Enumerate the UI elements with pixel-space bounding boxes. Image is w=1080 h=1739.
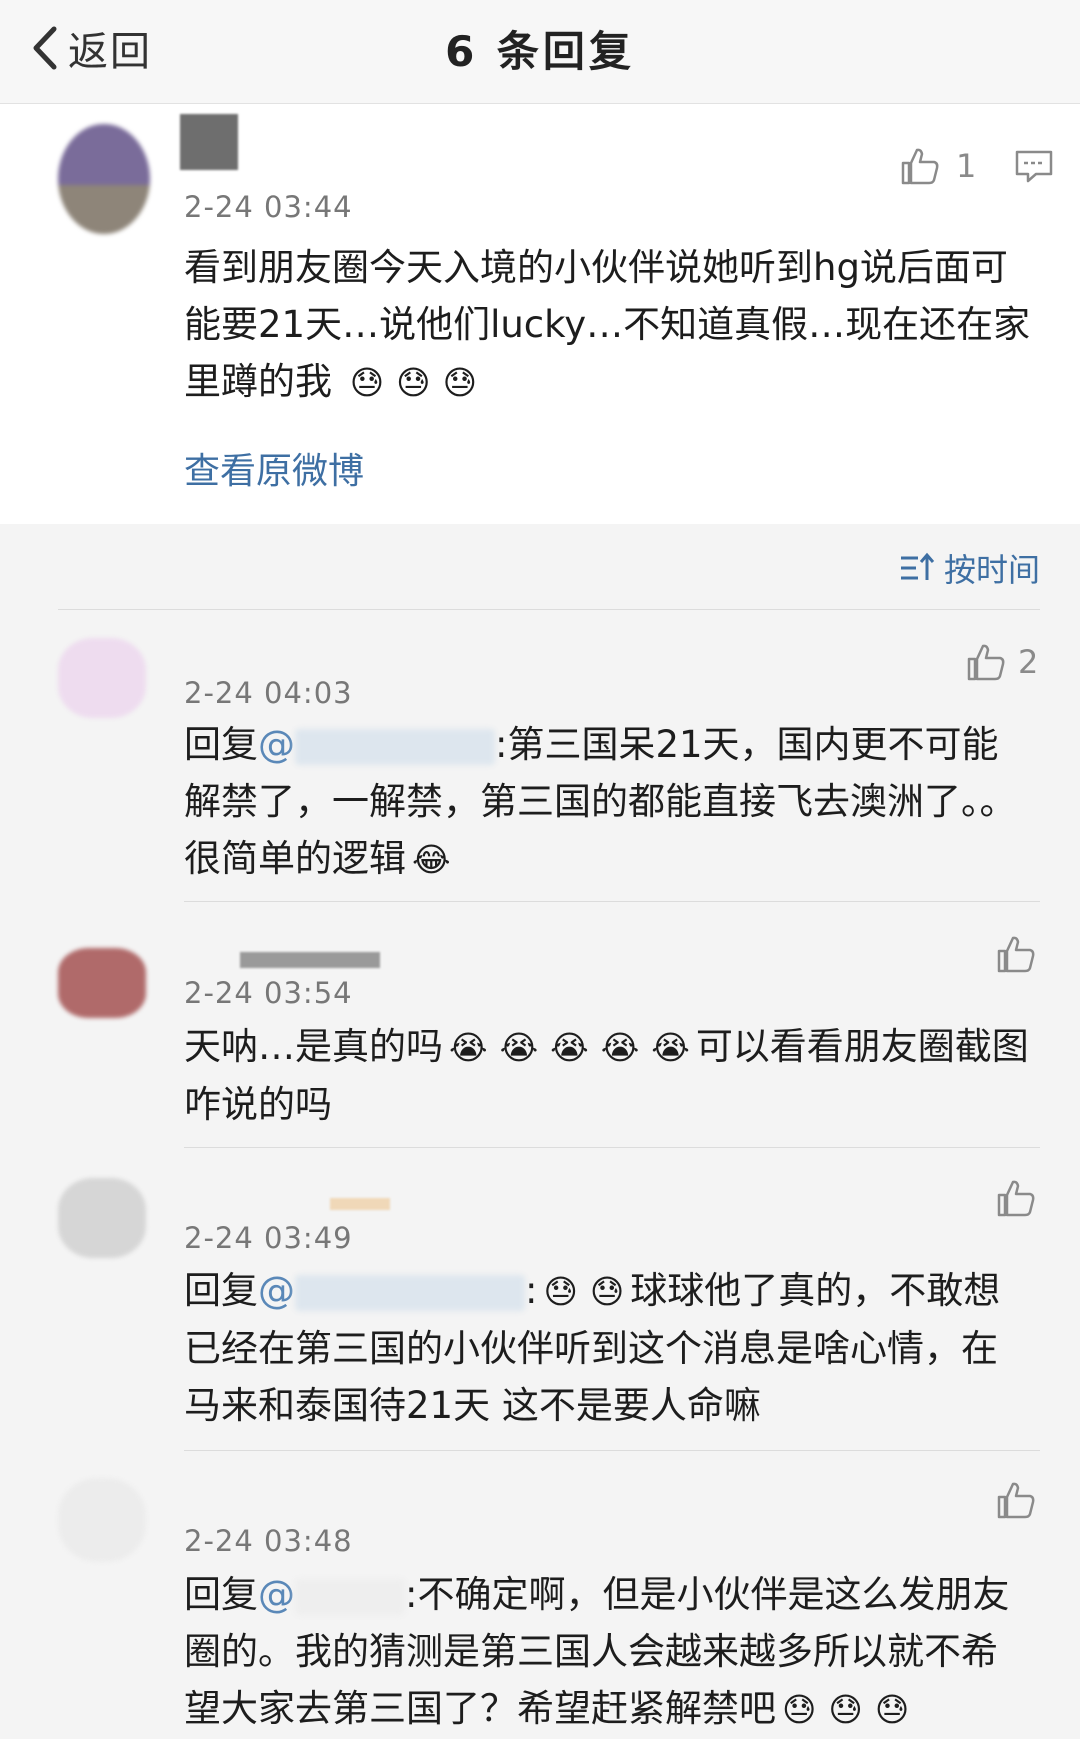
divider	[184, 901, 1040, 902]
reply-prefix: 回复	[184, 1573, 258, 1616]
emoji-sweat-icon: 😓	[396, 363, 431, 402]
redacted-username	[295, 728, 495, 765]
like-button[interactable]: 2	[964, 640, 1038, 684]
like-button[interactable]	[994, 932, 1038, 976]
divider	[184, 1450, 1040, 1451]
thumbs-up-icon	[901, 148, 939, 185]
emoji-sweat-icon: 😓	[442, 363, 477, 402]
emoji-sweat-icon: 😓	[828, 1690, 863, 1729]
thumbs-up-icon	[997, 1180, 1035, 1217]
emoji-sweat-icon: 😓	[782, 1690, 817, 1729]
username-redacted[interactable]	[180, 114, 238, 170]
sort-label: 按时间	[943, 551, 1040, 589]
avatar[interactable]	[58, 638, 146, 718]
post-content: 看到朋友圈今天入境的小伙伴说她听到hg说后面可能要21天…说他们lucky…不知…	[184, 239, 1044, 411]
divider	[58, 609, 1040, 610]
emoji-sweat-icon: 😓	[543, 1272, 578, 1311]
top-nav-bar: 返回 6 条回复	[0, 0, 1080, 104]
reply-timestamp: 2-24 03:49	[184, 1221, 353, 1255]
username-redacted[interactable]	[240, 952, 380, 968]
emoji-cry-icon: 😭	[651, 1028, 690, 1067]
mention-link[interactable]: @	[258, 1573, 295, 1616]
emoji-laugh-icon: 😂	[412, 840, 451, 879]
view-original-link[interactable]: 查看原微博	[184, 442, 364, 494]
emoji-cry-icon: 😭	[550, 1028, 589, 1067]
like-button[interactable]: 1	[898, 144, 976, 188]
avatar[interactable]	[58, 1178, 146, 1258]
post-timestamp: 2-24 03:44	[184, 190, 353, 224]
reply-content: 天呐…是真的吗 😭 😭 😭 😭 😭 可以看看朋友圈截图咋说的吗	[184, 1018, 1034, 1133]
thumbs-up-icon	[997, 936, 1035, 973]
emoji-cry-icon: 😭	[600, 1028, 640, 1067]
mention-link[interactable]: @	[258, 723, 295, 766]
reply-content: 回复@:第三国呆21天，国内更不可能解禁了，一解禁，第三国的都能直接飞去澳洲了。…	[184, 716, 1034, 888]
like-count: 1	[956, 147, 977, 185]
thumbs-up-icon	[997, 1482, 1035, 1519]
sort-toggle[interactable]: 按时间	[898, 545, 1040, 591]
sort-icon	[900, 552, 935, 580]
like-button[interactable]	[994, 1478, 1038, 1522]
reply-timestamp: 2-24 04:03	[184, 676, 353, 710]
emoji-cry-icon: 😭	[449, 1028, 488, 1067]
avatar[interactable]	[58, 948, 146, 1018]
reply-timestamp: 2-24 03:54	[184, 976, 353, 1010]
main-post: 2-24 03:44 1 看到朋友圈今天入境的小伙伴说她听到hg说后面可能要21…	[0, 104, 1080, 524]
emoji-sweat-icon: 😓	[589, 1272, 625, 1311]
reply-content: 回复@: 😓 😓 球球他了真的，不敢想已经在第三国的小伙伴听到这个消息是啥心情，在马来…	[184, 1262, 1034, 1434]
username-redacted[interactable]	[330, 1198, 390, 1210]
reply-text: 天呐…是真的吗	[184, 1025, 443, 1068]
page-title: 6 条回复	[445, 27, 635, 76]
like-button[interactable]	[994, 1176, 1038, 1220]
mention-link[interactable]: @	[258, 1269, 295, 1312]
reply-prefix: 回复	[184, 1269, 258, 1312]
avatar[interactable]	[58, 1478, 146, 1562]
reply-timestamp: 2-24 03:48	[184, 1524, 353, 1558]
redacted-username	[295, 1274, 525, 1311]
like-count: 2	[1018, 643, 1039, 681]
comment-button[interactable]	[1012, 144, 1056, 188]
comment-icon	[1015, 150, 1053, 183]
divider	[184, 1147, 1040, 1148]
reply-content: 回复@:不确定啊，但是小伙伴是这么发朋友圈的。我的猜测是第三国人会越来越多所以就…	[184, 1566, 1034, 1738]
reply-prefix: 回复	[184, 723, 258, 766]
emoji-cry-icon: 😭	[499, 1028, 539, 1067]
emoji-sweat-icon: 😓	[349, 363, 385, 402]
avatar[interactable]	[58, 124, 150, 234]
emoji-sweat-icon: 😓	[874, 1690, 910, 1729]
redacted-username	[295, 1578, 405, 1615]
post-text: 看到朋友圈今天入境的小伙伴说她听到hg说后面可能要21天…说他们lucky…不知…	[184, 246, 1031, 403]
thumbs-up-icon	[967, 644, 1005, 681]
